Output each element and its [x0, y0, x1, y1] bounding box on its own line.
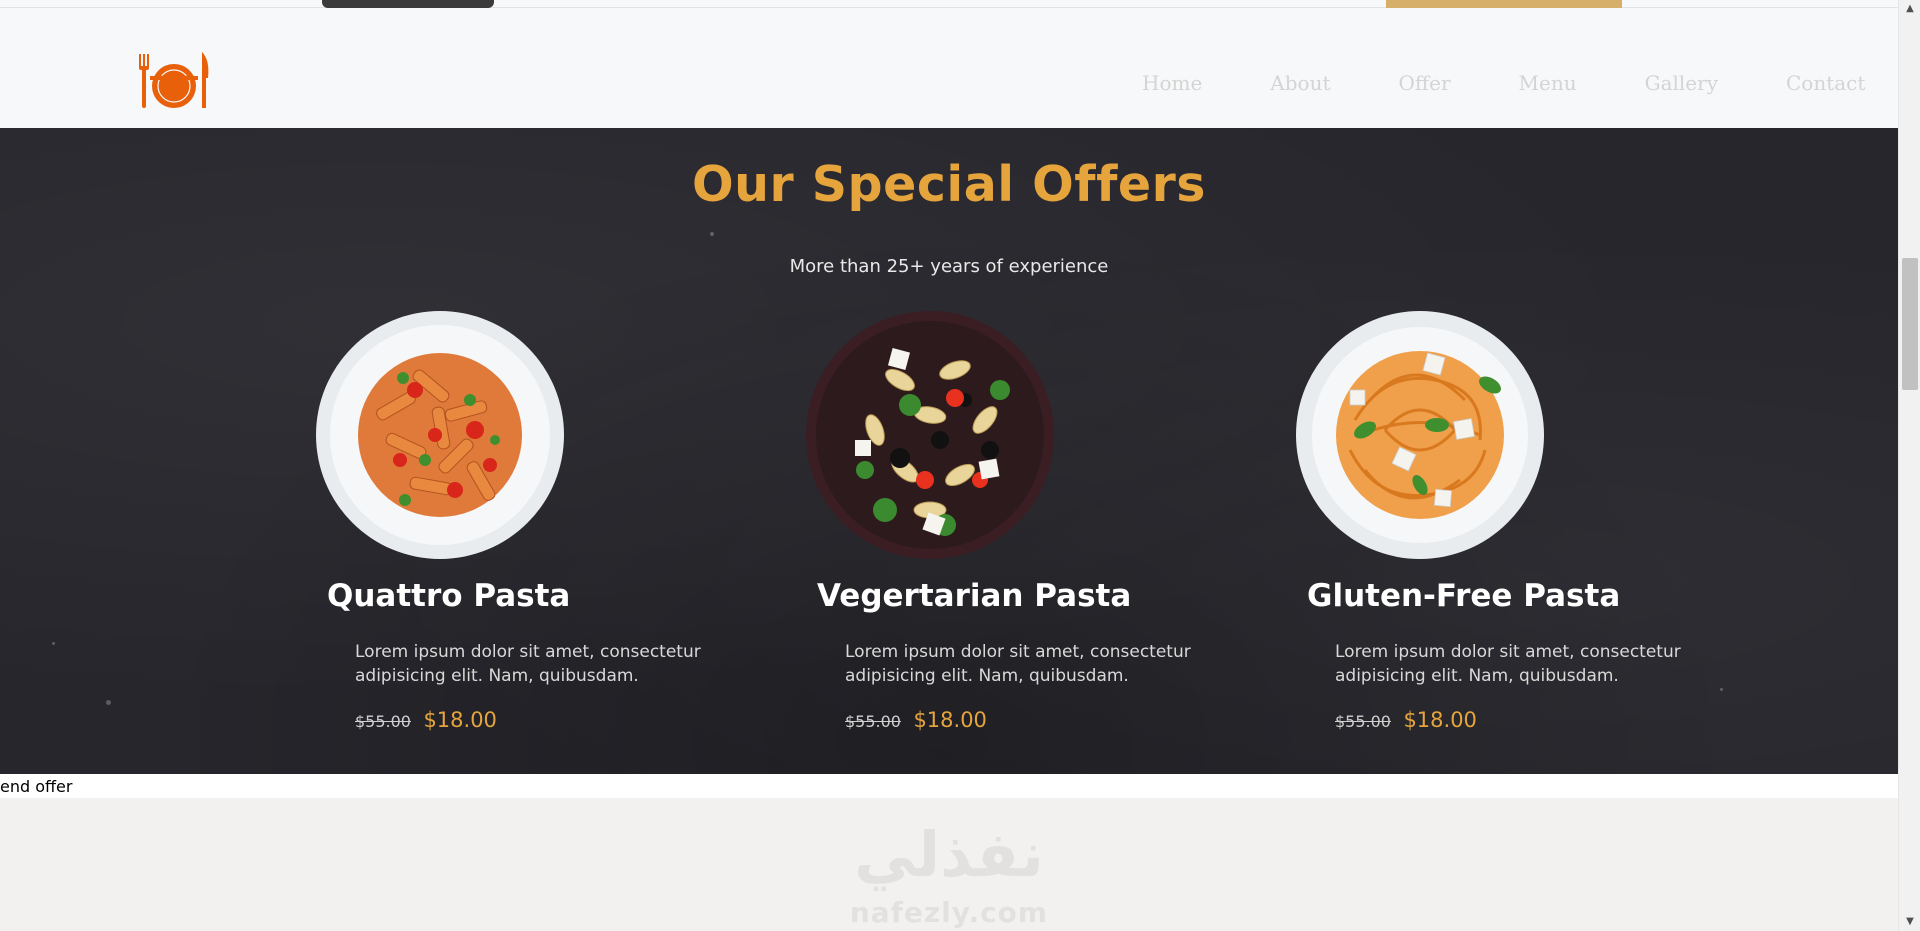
main-nav: Home About Offer Menu Gallery Contact [1142, 71, 1920, 95]
offer-card-prices: $55.00 $18.00 [845, 708, 987, 732]
offer-card-description: Lorem ipsum dolor sit amet, consectetur … [1335, 642, 1681, 686]
offer-card[interactable]: Gluten-Free Pasta Lorem ipsum dolor sit … [1295, 310, 1715, 750]
end-offer-strip: end offer [0, 774, 1898, 798]
old-price: $55.00 [355, 712, 411, 731]
watermark-latin: nafezly.com [849, 896, 1049, 929]
page-scrollbar[interactable]: ▲ ▼ [1898, 0, 1920, 931]
section-subtitle: More than 25+ years of experience [789, 256, 1109, 277]
penne-pasta-plate-icon [315, 310, 565, 560]
nav-about[interactable]: About [1270, 71, 1330, 95]
nav-offer[interactable]: Offer [1399, 71, 1451, 95]
background-speck [52, 642, 55, 645]
end-offer-text: end offer [0, 777, 73, 796]
new-price: $18.00 [913, 708, 987, 732]
background-speck [710, 232, 714, 236]
scroll-up-arrow-icon[interactable]: ▲ [1899, 0, 1920, 18]
section-title: Our Special Offers [692, 156, 1206, 213]
offer-card-title: Vegertarian Pasta [817, 578, 1132, 614]
background-speck [1720, 688, 1723, 691]
nav-contact[interactable]: Contact [1786, 71, 1865, 95]
nav-home[interactable]: Home [1142, 71, 1202, 95]
offer-card-description: Lorem ipsum dolor sit amet, consectetur … [355, 642, 701, 686]
special-offers-section: Our Special Offers More than 25+ years o… [0, 128, 1898, 774]
new-price: $18.00 [423, 708, 497, 732]
old-price: $55.00 [1335, 712, 1391, 731]
offer-card-prices: $55.00 $18.00 [355, 708, 497, 732]
offer-card-prices: $55.00 $18.00 [1335, 708, 1477, 732]
previous-section-sliver [0, 0, 1898, 22]
nav-gallery[interactable]: Gallery [1645, 71, 1718, 95]
site-header: Home About Offer Menu Gallery Contact [0, 8, 1898, 128]
offer-card-title: Quattro Pasta [327, 578, 571, 614]
background-speck [106, 700, 111, 705]
nav-menu[interactable]: Menu [1519, 71, 1577, 95]
offer-card-description: Lorem ipsum dolor sit amet, consectetur … [845, 642, 1191, 686]
fusilli-salad-bowl-icon [805, 310, 1055, 560]
fork-plate-knife-icon [139, 52, 209, 108]
spaghetti-plate-icon [1295, 310, 1545, 560]
food-lover-logo[interactable] [136, 48, 212, 112]
scroll-down-arrow-icon[interactable]: ▼ [1899, 913, 1920, 931]
old-price: $55.00 [845, 712, 901, 731]
offer-card-title: Gluten-Free Pasta [1307, 578, 1621, 614]
new-price: $18.00 [1403, 708, 1477, 732]
watermark-arabic: نفذلي [854, 818, 1044, 891]
next-section-area: نفذلي nafezly.com [0, 798, 1898, 931]
offer-card[interactable]: Vegertarian Pasta Lorem ipsum dolor sit … [805, 310, 1225, 750]
previous-section-button-edge [322, 0, 494, 8]
scrollbar-thumb[interactable] [1902, 258, 1918, 390]
offer-card[interactable]: Quattro Pasta Lorem ipsum dolor sit amet… [315, 310, 735, 750]
